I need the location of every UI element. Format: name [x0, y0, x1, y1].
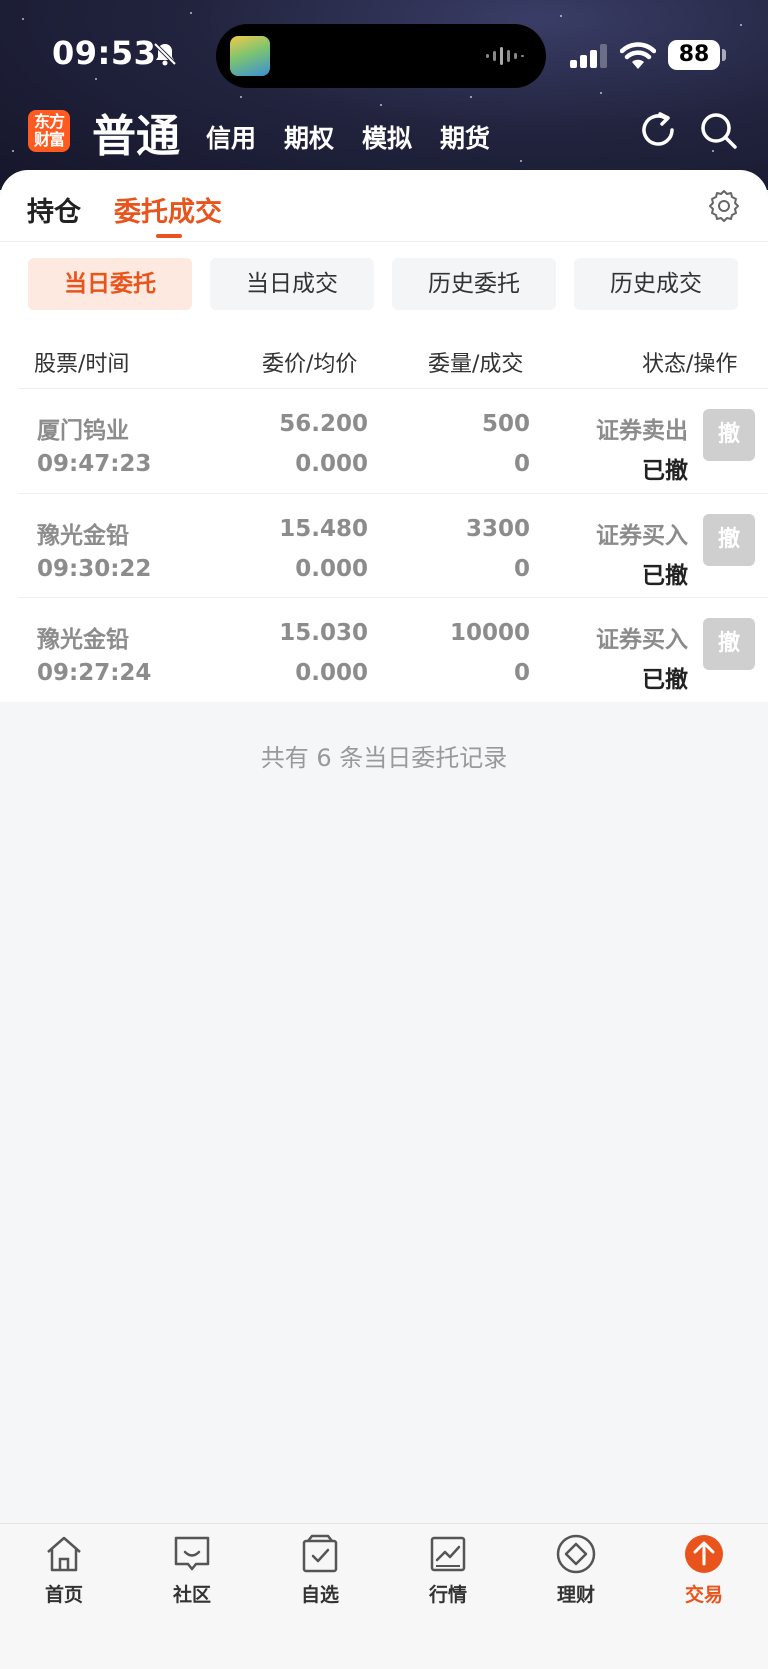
cancel-order-button[interactable]: 撤	[703, 618, 755, 670]
bottom-nav-label: 交易	[684, 1584, 723, 1606]
active-tab-indicator	[156, 234, 182, 238]
chart-icon	[430, 1536, 466, 1572]
bottom-nav-community[interactable]: 社区	[142, 1532, 242, 1607]
bottom-nav-label: 社区	[172, 1584, 211, 1606]
column-header-status: 状态/操作	[642, 352, 738, 377]
tab-orders[interactable]: 委托成交	[114, 190, 222, 229]
order-time: 09:30:22	[37, 556, 152, 582]
bottom-nav-label: 行情	[428, 1584, 467, 1606]
app-root: 09:53 88 东方 财富 普通 信用 期权 模拟 期货 持仓 委托成交 当日…	[0, 0, 768, 1669]
filled-qty: 0	[513, 556, 530, 582]
nav-mode-tabs: 信用 期权 模拟 期货	[206, 119, 490, 155]
order-qty: 500	[481, 411, 530, 437]
cancel-order-button[interactable]: 撤	[703, 409, 755, 461]
nav-mode-options[interactable]: 期权	[284, 119, 334, 155]
stock-name: 豫光金铅	[37, 627, 129, 653]
order-direction: 证券买入	[596, 627, 688, 653]
subtab-history-trades[interactable]: 历史成交	[574, 258, 738, 310]
bottom-nav-market[interactable]: 行情	[398, 1532, 498, 1607]
brand-logo-line-1: 东方	[33, 112, 65, 131]
order-time: 09:47:23	[37, 451, 152, 477]
order-status: 已撤	[642, 563, 688, 589]
cancel-order-button[interactable]: 撤	[703, 514, 755, 566]
table-row[interactable]: 豫光金铅 09:27:24 15.030 0.000 10000 0 证券买入 …	[0, 598, 768, 702]
wifi-icon	[620, 42, 656, 69]
bell-off-icon	[153, 42, 177, 66]
audio-wave-icon	[486, 47, 524, 65]
avg-price: 0.000	[295, 660, 368, 686]
column-header-volume: 委量/成交	[428, 352, 524, 377]
status-bar: 09:53 88	[0, 0, 768, 100]
main-tab-row: 持仓 委托成交	[0, 170, 768, 242]
table-row[interactable]: 厦门钨业 09:47:23 56.200 0.000 500 0 证券卖出 已撤…	[0, 389, 768, 493]
nav-mode-simulation[interactable]: 模拟	[362, 119, 412, 155]
order-qty: 10000	[449, 620, 530, 646]
bottom-nav-finance[interactable]: 理财	[526, 1532, 626, 1607]
battery-nub	[722, 49, 726, 61]
brand-logo[interactable]: 东方 财富	[28, 110, 70, 152]
subtab-today-trades[interactable]: 当日成交	[210, 258, 374, 310]
search-icon[interactable]	[698, 110, 738, 150]
order-status: 已撤	[642, 667, 688, 693]
stock-name: 厦门钨业	[37, 418, 129, 444]
bottom-nav-home[interactable]: 首页	[14, 1532, 114, 1607]
home-icon	[47, 1536, 81, 1572]
cellular-signal-icon	[570, 44, 607, 68]
bottom-nav-label: 自选	[300, 1584, 339, 1606]
chat-icon	[174, 1536, 210, 1571]
dynamic-island[interactable]	[216, 24, 546, 88]
subtab-today-orders[interactable]: 当日委托	[28, 258, 192, 310]
column-header-price: 委价/均价	[262, 352, 358, 377]
refresh-icon[interactable]	[638, 110, 678, 150]
filled-qty: 0	[513, 660, 530, 686]
record-count-note: 共有 6 条当日委托记录	[260, 744, 508, 772]
subtab-history-orders[interactable]: 历史委托	[392, 258, 556, 310]
order-status: 已撤	[642, 458, 688, 484]
order-price: 56.200	[279, 411, 368, 437]
order-price: 15.480	[279, 516, 368, 542]
battery-indicator: 88	[668, 40, 720, 70]
avg-price: 0.000	[295, 556, 368, 582]
bottom-nav-trade[interactable]: 交易	[654, 1532, 754, 1607]
order-price: 15.030	[279, 620, 368, 646]
column-header-stock-time: 股票/时间	[34, 352, 130, 377]
stock-name: 豫光金铅	[37, 523, 129, 549]
nav-mode-credit[interactable]: 信用	[206, 119, 256, 155]
order-direction: 证券卖出	[596, 418, 688, 444]
bottom-nav-label: 首页	[44, 1584, 83, 1606]
avg-price: 0.000	[295, 451, 368, 477]
gear-icon[interactable]	[706, 188, 742, 224]
orders-panel: 持仓 委托成交 当日委托 当日成交 历史委托 历史成交 股票/时间 委价/均价 …	[0, 170, 768, 702]
filled-qty: 0	[513, 451, 530, 477]
order-time: 09:27:24	[37, 660, 152, 686]
bottom-nav-label: 理财	[556, 1584, 595, 1606]
order-direction: 证券买入	[596, 523, 688, 549]
finance-diamond-icon	[556, 1534, 596, 1574]
header: 09:53 88 东方 财富 普通 信用 期权 模拟 期货	[0, 0, 768, 190]
order-subtabs: 当日委托 当日成交 历史委托 历史成交	[28, 258, 738, 310]
now-playing-thumbnail	[230, 36, 270, 76]
table-row[interactable]: 豫光金铅 09:30:22 15.480 0.000 3300 0 证券买入 已…	[0, 494, 768, 598]
nav-mode-active[interactable]: 普通	[92, 100, 180, 164]
trade-arrow-icon	[685, 1535, 723, 1573]
watchlist-icon	[302, 1534, 338, 1573]
nav-mode-futures[interactable]: 期货	[440, 119, 490, 155]
bottom-nav-watchlist[interactable]: 自选	[270, 1532, 370, 1607]
order-qty: 3300	[465, 516, 530, 542]
bottom-nav: 首页 社区 自选 行情 理财 交易	[0, 1523, 768, 1669]
tab-holdings[interactable]: 持仓	[27, 190, 81, 229]
status-time: 09:53	[52, 34, 157, 72]
brand-logo-line-2: 财富	[33, 130, 65, 149]
